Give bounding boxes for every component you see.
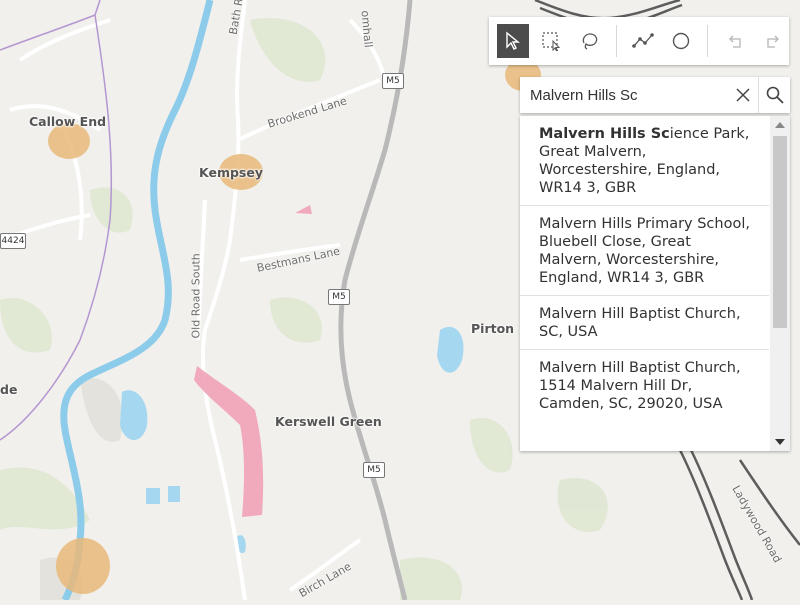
search-input[interactable] <box>528 85 728 105</box>
toolbar-divider <box>615 25 617 57</box>
lasso-select-tool[interactable] <box>574 24 606 58</box>
circle-icon <box>673 32 690 50</box>
suggestion-text: Malvern Hill Baptist Church, 1514 Malver… <box>539 360 741 412</box>
polyline-icon <box>632 33 654 48</box>
search-button[interactable] <box>758 77 790 113</box>
place-label: Kempsey <box>199 165 263 180</box>
cursor-arrow-icon <box>506 31 521 50</box>
search-suggestions: Malvern Hills Science Park, Great Malver… <box>520 116 790 451</box>
polyline-tool[interactable] <box>627 24 659 58</box>
search-widget <box>520 77 790 113</box>
toolbar-divider <box>707 25 709 57</box>
search-icon <box>766 86 784 104</box>
suggestion-item[interactable]: Malvern Hills Science Park, Great Malver… <box>520 116 769 206</box>
suggestion-text: Malvern Hills Primary School, Bluebell C… <box>539 216 750 286</box>
close-icon <box>736 88 750 102</box>
redo-icon <box>767 35 779 48</box>
place-label: de <box>0 382 18 397</box>
dashed-rectangle-icon <box>542 32 561 51</box>
scrollbar-thumb[interactable] <box>773 136 787 328</box>
undo-tool[interactable] <box>718 24 750 58</box>
road-shield: 4424 <box>0 233 26 249</box>
suggestion-text: Malvern Hill Baptist Church, SC, USA <box>539 306 741 340</box>
scroll-down-icon[interactable] <box>775 439 785 445</box>
suggestions-scrollbar[interactable] <box>770 116 790 451</box>
suggestion-item[interactable]: Malvern Hills Primary School, Bluebell C… <box>520 206 769 296</box>
suggestion-item[interactable]: Malvern Hill Baptist Church, SC, USA <box>520 296 769 350</box>
redo-tool[interactable] <box>757 24 789 58</box>
rectangle-select-tool[interactable] <box>535 24 567 58</box>
undo-icon <box>728 35 741 48</box>
sketch-toolbar <box>489 17 789 65</box>
motorway-shield: M5 <box>382 73 404 89</box>
circle-tool[interactable] <box>665 24 697 58</box>
place-label: Callow End <box>29 114 107 129</box>
motorway-shield: M5 <box>363 462 385 478</box>
select-tool[interactable] <box>497 24 530 58</box>
road-label: Old Road South <box>189 253 203 339</box>
place-label: Pirton <box>471 321 515 336</box>
scroll-up-icon[interactable] <box>775 122 785 128</box>
place-label: Kerswell Green <box>275 414 382 429</box>
suggestion-item[interactable]: Malvern Hill Baptist Church, 1514 Malver… <box>520 350 769 421</box>
lasso-icon <box>582 33 597 50</box>
suggestion-match-text: Malvern Hills Sc <box>539 126 670 142</box>
motorway-shield: M5 <box>328 289 350 305</box>
clear-search-button[interactable] <box>728 77 758 113</box>
